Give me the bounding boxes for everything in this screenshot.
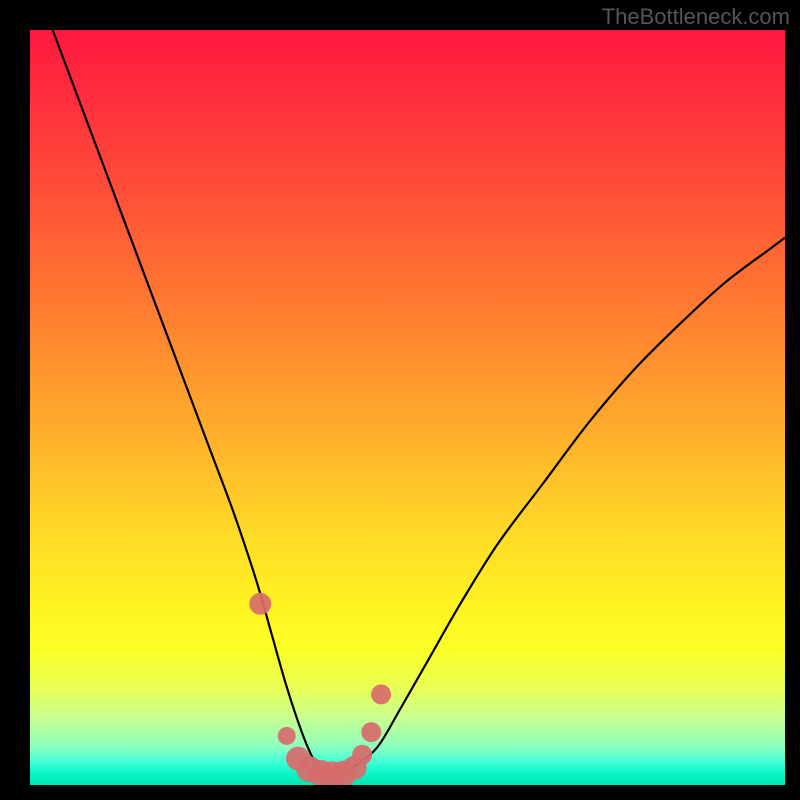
marker-point — [249, 593, 271, 615]
outer-frame: TheBottleneck.com — [0, 0, 800, 800]
attribution-text: TheBottleneck.com — [602, 4, 790, 30]
bottleneck-curve — [30, 30, 785, 776]
marker-point — [361, 722, 381, 742]
marker-point — [278, 727, 296, 745]
plot-area — [30, 30, 785, 785]
highlight-markers — [249, 593, 391, 785]
marker-point — [371, 684, 391, 704]
marker-point — [352, 745, 372, 765]
chart-svg — [30, 30, 785, 785]
